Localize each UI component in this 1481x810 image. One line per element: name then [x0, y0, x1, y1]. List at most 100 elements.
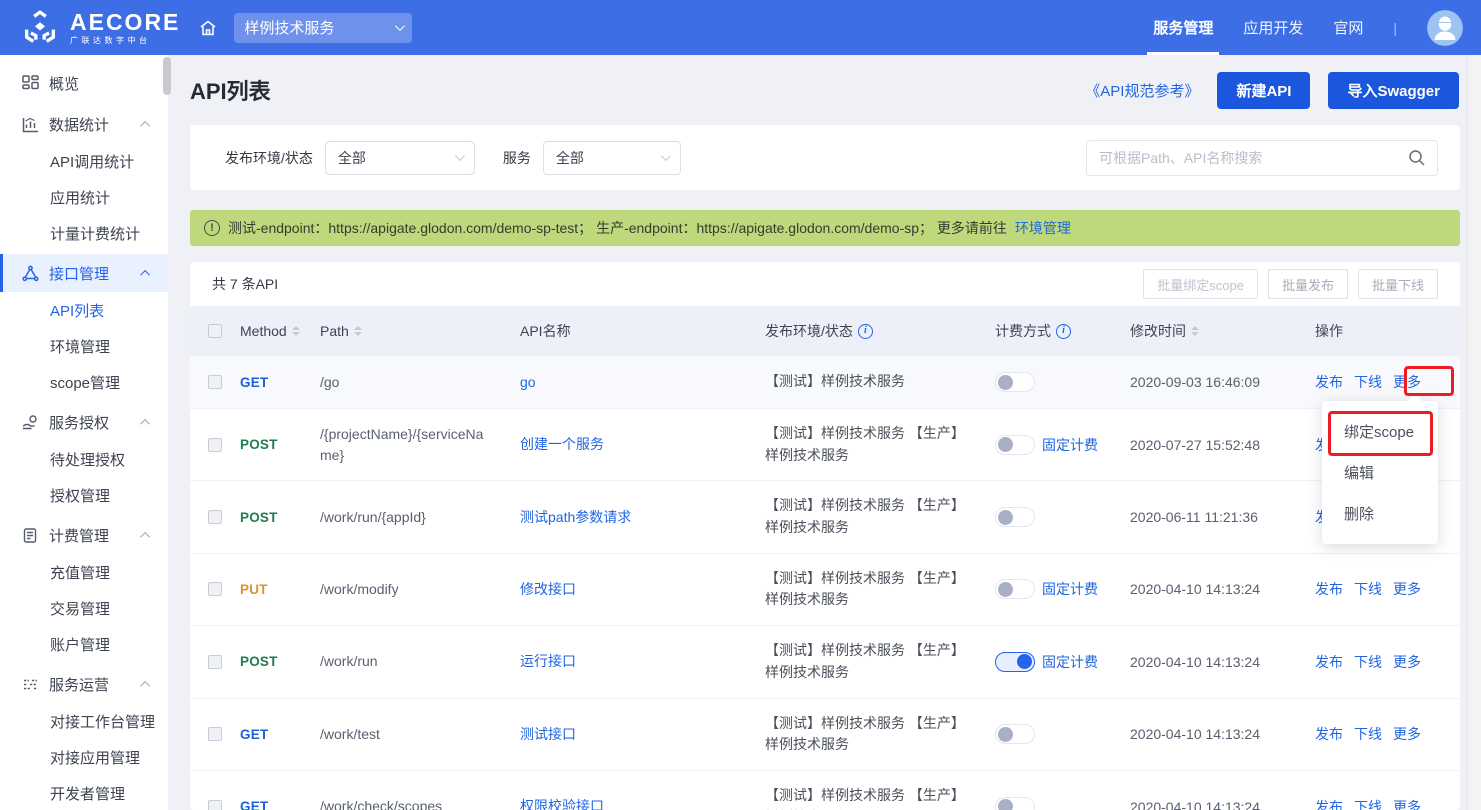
sidebar-group-label: 服务运营	[49, 674, 109, 695]
sidebar-group-data-stats[interactable]: 数据统计	[0, 105, 168, 143]
batch-offline-button[interactable]: 批量下线	[1358, 269, 1438, 299]
offline-link[interactable]: 下线	[1354, 652, 1382, 672]
sidebar-group-service-auth[interactable]: 服务授权	[0, 403, 168, 441]
sidebar-item-auth-management[interactable]: 授权管理	[0, 477, 168, 513]
search-icon[interactable]	[1407, 148, 1427, 173]
top-navbar: AECORE 广联达数字中台 样例技术服务 服务管理 应用开发 官网 |	[0, 0, 1481, 55]
sidebar-item-overview[interactable]: 概览	[0, 64, 168, 102]
sidebar-item-developers[interactable]: 开发者管理	[0, 775, 168, 810]
sidebar-item-recharge[interactable]: 充值管理	[0, 554, 168, 590]
sidebar-item-scope-management[interactable]: scope管理	[0, 364, 168, 400]
table-row: POST /work/run/{appId} 测试path参数请求 【测试】样例…	[190, 481, 1460, 553]
more-link[interactable]: 更多	[1393, 724, 1421, 744]
sidebar-item-accounts[interactable]: 账户管理	[0, 626, 168, 662]
env-filter-select[interactable]: 全部	[325, 141, 475, 175]
row-actions: 发布 下线 更多	[1315, 652, 1460, 672]
billing-toggle[interactable]	[995, 435, 1035, 455]
user-avatar[interactable]	[1427, 10, 1463, 46]
nav-app-development[interactable]: 应用开发	[1243, 0, 1303, 55]
api-name-link[interactable]: 权限校验接口	[520, 796, 604, 810]
batch-bind-scope-button[interactable]: 批量绑定scope	[1143, 269, 1258, 299]
nav-official-site[interactable]: 官网	[1333, 0, 1363, 55]
method-label: GET	[240, 375, 268, 390]
publish-link[interactable]: 发布	[1315, 797, 1343, 810]
api-name-link[interactable]: 测试接口	[520, 724, 576, 745]
sidebar-group-service-ops[interactable]: 服务运营	[0, 665, 168, 703]
sidebar-item-connected-apps[interactable]: 对接应用管理	[0, 739, 168, 775]
table-row: GET /work/check/scopes 权限校验接口 【测试】样例技术服务…	[190, 771, 1460, 810]
api-table-card: 共 7 条API 批量绑定scope 批量发布 批量下线 Method Path…	[190, 262, 1460, 810]
import-swagger-button[interactable]: 导入Swagger	[1328, 72, 1459, 109]
row-checkbox[interactable]	[208, 510, 222, 524]
sort-icon[interactable]	[1191, 326, 1199, 336]
offline-link[interactable]: 下线	[1354, 579, 1382, 599]
sidebar-scrollbar-thumb[interactable]	[163, 57, 171, 95]
row-checkbox[interactable]	[208, 438, 222, 452]
column-header-method[interactable]: Method	[240, 323, 320, 339]
menu-item-delete[interactable]: 删除	[1322, 493, 1438, 534]
api-path: /work/run	[320, 651, 378, 672]
home-icon[interactable]	[198, 18, 218, 38]
env-status-text: 【测试】样例技术服务 【生产】样例技术服务	[765, 423, 971, 466]
publish-link[interactable]: 发布	[1315, 724, 1343, 744]
api-name-link[interactable]: 创建一个服务	[520, 434, 604, 455]
nav-service-management[interactable]: 服务管理	[1153, 0, 1213, 55]
sidebar-item-metering-stats[interactable]: 计量计费统计	[0, 215, 168, 251]
service-filter-select[interactable]: 全部	[543, 141, 681, 175]
offline-link[interactable]: 下线	[1354, 372, 1382, 392]
sidebar-group-billing[interactable]: 计费管理	[0, 516, 168, 554]
sidebar-item-api-call-stats[interactable]: API调用统计	[0, 143, 168, 179]
sidebar-item-workbench-mgmt[interactable]: 对接工作台管理	[0, 703, 168, 739]
sidebar-item-app-stats[interactable]: 应用统计	[0, 179, 168, 215]
api-name-link[interactable]: 运行接口	[520, 651, 576, 672]
menu-item-edit[interactable]: 编辑	[1322, 452, 1438, 493]
env-management-link[interactable]: 环境管理	[1015, 218, 1071, 238]
sidebar-item-api-list[interactable]: API列表	[0, 292, 168, 328]
api-name-link[interactable]: 测试path参数请求	[520, 507, 631, 528]
info-icon[interactable]	[1056, 324, 1071, 339]
sidebar-group-api-management[interactable]: 接口管理	[0, 254, 168, 292]
more-link[interactable]: 更多	[1393, 579, 1421, 599]
api-spec-reference-link[interactable]: 《API规范参考》	[1085, 80, 1199, 101]
billing-toggle[interactable]	[995, 652, 1035, 672]
more-link[interactable]: 更多	[1393, 652, 1421, 672]
modified-time: 2020-04-10 14:13:24	[1130, 726, 1260, 742]
publish-link[interactable]: 发布	[1315, 579, 1343, 599]
select-all-checkbox[interactable]	[208, 324, 222, 338]
info-icon[interactable]	[858, 324, 873, 339]
api-name-link[interactable]: go	[520, 372, 536, 393]
sidebar-item-env-management[interactable]: 环境管理	[0, 328, 168, 364]
sidebar-item-pending-auth[interactable]: 待处理授权	[0, 441, 168, 477]
sort-icon[interactable]	[354, 326, 362, 336]
publish-link[interactable]: 发布	[1315, 372, 1343, 392]
row-checkbox[interactable]	[208, 655, 222, 669]
billing-toggle[interactable]	[995, 372, 1035, 392]
menu-item-bind-scope[interactable]: 绑定scope	[1322, 411, 1438, 452]
column-header-modified-time[interactable]: 修改时间	[1130, 321, 1315, 341]
row-checkbox[interactable]	[208, 727, 222, 741]
chevron-up-icon	[140, 269, 150, 279]
row-checkbox[interactable]	[208, 375, 222, 389]
more-link[interactable]: 更多	[1393, 372, 1421, 392]
billing-toggle[interactable]	[995, 724, 1035, 744]
row-checkbox[interactable]	[208, 800, 222, 810]
sort-icon[interactable]	[292, 326, 300, 336]
billing-toggle[interactable]	[995, 507, 1035, 527]
billing-type-label: 固定计费	[1042, 652, 1098, 672]
sidebar-item-transactions[interactable]: 交易管理	[0, 590, 168, 626]
search-input[interactable]	[1086, 140, 1438, 176]
create-api-button[interactable]: 新建API	[1217, 72, 1310, 109]
offline-link[interactable]: 下线	[1354, 724, 1382, 744]
column-header-path[interactable]: Path	[320, 323, 520, 339]
billing-toggle[interactable]	[995, 579, 1035, 599]
batch-publish-button[interactable]: 批量发布	[1268, 269, 1348, 299]
publish-link[interactable]: 发布	[1315, 652, 1343, 672]
page-scrollbar[interactable]	[1467, 55, 1481, 810]
more-link[interactable]: 更多	[1393, 797, 1421, 810]
billing-toggle[interactable]	[995, 797, 1035, 810]
offline-link[interactable]: 下线	[1354, 797, 1382, 810]
method-label: POST	[240, 510, 278, 525]
workspace-selector[interactable]: 样例技术服务	[234, 13, 412, 43]
api-name-link[interactable]: 修改接口	[520, 579, 576, 600]
row-checkbox[interactable]	[208, 582, 222, 596]
